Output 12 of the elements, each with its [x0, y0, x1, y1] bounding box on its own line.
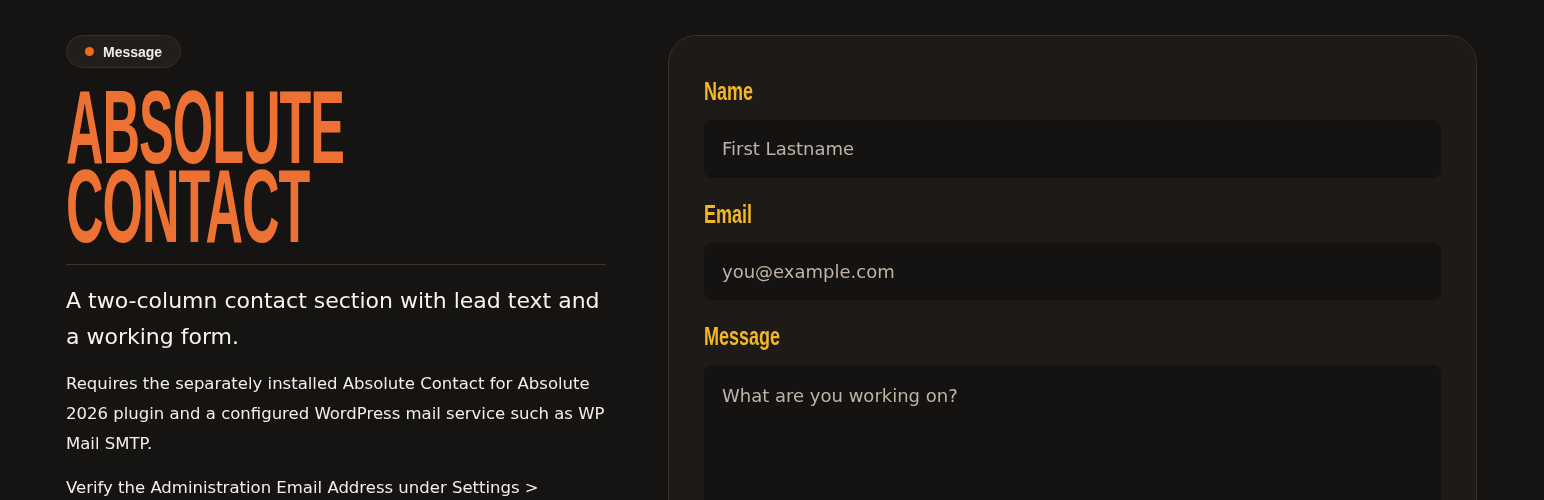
- page-title: ABSOLUTE: [66, 88, 344, 166]
- badge-label: Message: [103, 43, 163, 60]
- lead-text: A two-column contact section with lead text and a working form.: [66, 287, 601, 351]
- body-paragraph: Requires the separately installed Absolute Contact for Absolute 2026 plugin and a configured WordPress mail service such as WP Mail SMTP.: [66, 373, 606, 455]
- field-label: Name: [704, 76, 754, 106]
- input-field[interactable]: First Lastname: [704, 120, 1441, 178]
- field-label: Message: [704, 321, 781, 352]
- message-field[interactable]: What are you working on?: [704, 365, 1441, 500]
- page-title: CONTACT: [66, 167, 310, 245]
- input-field[interactable]: you@example.com: [704, 242, 1441, 301]
- body-paragraph: Verify the Administration Email Address under Settings >: [66, 477, 540, 499]
- field-label: Email: [704, 198, 753, 229]
